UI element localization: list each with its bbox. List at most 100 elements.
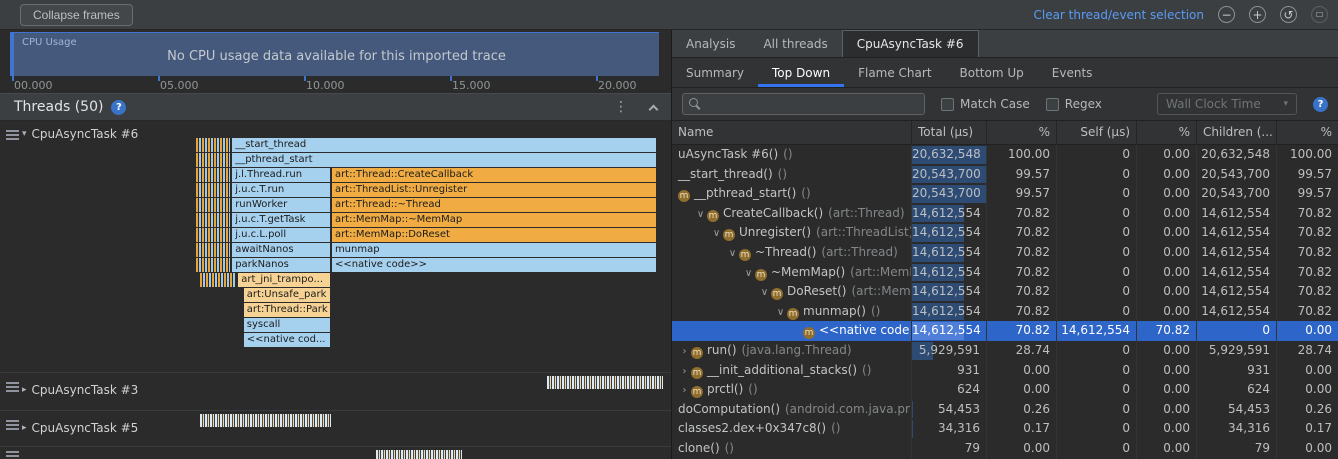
flame-bar[interactable]: art::MemMap::~MemMap xyxy=(332,213,656,227)
table-row[interactable]: ∨mUnregister()(art::ThreadList)14,612,55… xyxy=(672,223,1338,243)
method-package: (java.lang.Thread) xyxy=(742,343,852,357)
flame-bar[interactable]: j.u.c.T.getTask xyxy=(232,213,330,227)
cpu-usage-panel[interactable]: CPU Usage No CPU usage data available fo… xyxy=(10,32,659,76)
thread-activity-bar[interactable] xyxy=(547,376,663,389)
drag-handle-icon[interactable] xyxy=(6,451,19,453)
flame-bar[interactable]: __pthread_start xyxy=(232,153,656,167)
reset-zoom-icon[interactable]: ↺ xyxy=(1280,6,1297,23)
table-row[interactable]: ›m__init_additional_stacks()()9310.0000.… xyxy=(672,361,1338,381)
flame-dense-calls-bar[interactable] xyxy=(196,183,230,197)
flame-bar[interactable]: parkNanos xyxy=(232,258,330,272)
table-row[interactable]: clone()()790.0000.00790.00 xyxy=(672,439,1338,459)
column-header-self-s[interactable]: Self (µs) xyxy=(1057,121,1137,144)
match-case-checkbox[interactable] xyxy=(941,98,954,111)
match-case-option[interactable]: Match Case xyxy=(941,97,1030,111)
table-row[interactable]: ∨mDoReset()(art::MemM14,612,55470.8200.0… xyxy=(672,282,1338,302)
subtab-summary[interactable]: Summary xyxy=(672,58,758,87)
flame-dense-calls-bar[interactable] xyxy=(196,153,230,167)
zoom-to-selection-icon[interactable] xyxy=(1311,6,1328,23)
zoom-out-icon[interactable]: − xyxy=(1218,6,1235,23)
tab-cpuasynctask-6[interactable]: CpuAsyncTask #6 xyxy=(842,30,979,57)
column-header-children[interactable]: Children (... xyxy=(1197,121,1277,144)
table-row[interactable]: ∨mCreateCallback()(art::Thread)14,612,55… xyxy=(672,204,1338,224)
flame-bar[interactable]: art::MemMap::DoReset xyxy=(332,228,656,242)
help-icon[interactable]: ? xyxy=(1313,97,1328,112)
flame-dense-calls-bar[interactable] xyxy=(196,258,230,272)
table-row[interactable]: ∨mmunmap()()14,612,55470.8200.0014,612,5… xyxy=(672,302,1338,322)
help-icon[interactable]: ? xyxy=(111,100,126,115)
collapse-frames-button[interactable]: Collapse frames xyxy=(20,4,133,26)
clear-selection-link[interactable]: Clear thread/event selection xyxy=(1033,8,1204,22)
cell-value: 0 xyxy=(1122,402,1130,416)
flame-bar[interactable]: __start_thread xyxy=(232,138,656,152)
flame-bar[interactable]: runWorker xyxy=(232,198,330,212)
drag-handle-icon[interactable] xyxy=(6,130,19,132)
column-header-item[interactable]: % xyxy=(987,121,1057,144)
table-row[interactable]: doComputation()(android.com.java.pr54,45… xyxy=(672,400,1338,420)
table-row[interactable]: m__pthread_start()()20,543,70099.5700.00… xyxy=(672,184,1338,204)
thread-row-cpuasynctask-5[interactable]: ▸CpuAsyncTask #5 xyxy=(0,411,671,447)
flame-bar[interactable]: awaitNanos xyxy=(232,243,330,257)
table-row[interactable]: classes2.dex+0x347c8()()34,3160.1700.003… xyxy=(672,419,1338,439)
regex-option[interactable]: Regex xyxy=(1046,97,1102,111)
thread-activity-bar[interactable] xyxy=(376,450,462,459)
flame-dense-calls-bar[interactable] xyxy=(196,228,230,242)
subtab-flame-chart[interactable]: Flame Chart xyxy=(844,58,945,87)
drag-handle-icon[interactable] xyxy=(6,420,19,422)
cell-children: 14,612,554 xyxy=(1197,243,1277,263)
flame-dense-calls-bar[interactable] xyxy=(196,138,230,152)
expand-arrow-icon[interactable]: ▸ xyxy=(22,385,27,395)
thread-row-cpuasynctask-6[interactable]: ▾CpuAsyncTask #6 __start_thread__pthread… xyxy=(0,121,671,373)
column-header-item[interactable]: % xyxy=(1277,121,1338,144)
cell-total-pct: 0.00 xyxy=(987,361,1057,381)
flame-bar[interactable]: j.u.c.T.run xyxy=(232,183,330,197)
table-row[interactable]: ∨m~MemMap()(art::MemM14,612,55470.8200.0… xyxy=(672,263,1338,283)
kebab-menu-icon[interactable]: ⋮ xyxy=(614,99,628,115)
flame-bar[interactable]: <<native cod... xyxy=(244,333,330,347)
flame-bar[interactable]: art_jni_trampo... xyxy=(238,273,330,287)
tab-all-threads[interactable]: All threads xyxy=(749,30,841,57)
flame-bar[interactable]: art::Thread::~Thread xyxy=(332,198,656,212)
method-icon: m xyxy=(678,190,690,202)
flame-dense-calls-bar[interactable] xyxy=(196,168,230,182)
subtab-bottom-up[interactable]: Bottom Up xyxy=(946,58,1038,87)
flame-bar[interactable]: syscall xyxy=(244,318,330,332)
column-header-total-s[interactable]: Total (µs) xyxy=(912,121,987,144)
flame-dense-calls-bar[interactable] xyxy=(196,198,230,212)
zoom-in-icon[interactable]: + xyxy=(1249,6,1266,23)
flame-bar[interactable]: munmap xyxy=(332,243,656,257)
column-header-item[interactable]: % xyxy=(1137,121,1197,144)
table-row[interactable]: uAsyncTask #6()()20,632,548100.0000.0020… xyxy=(672,145,1338,165)
flame-bar[interactable]: j.l.Thread.run xyxy=(232,168,330,182)
search-input[interactable] xyxy=(707,97,918,111)
thread-row-partial[interactable] xyxy=(0,447,671,459)
table-row[interactable]: ›mprctl()()6240.0000.006240.00 xyxy=(672,380,1338,400)
subtab-events[interactable]: Events xyxy=(1038,58,1107,87)
cell-value: 100.00 xyxy=(1008,147,1050,161)
flame-dense-calls-bar[interactable] xyxy=(196,243,230,257)
regex-checkbox[interactable] xyxy=(1046,98,1059,111)
table-row[interactable]: m<<native code14,612,55470.8214,612,5547… xyxy=(672,321,1338,341)
thread-row-cpuasynctask-3[interactable]: ▸CpuAsyncTask #3 xyxy=(0,373,671,411)
table-row[interactable]: ›mrun()(java.lang.Thread)5,929,59128.740… xyxy=(672,341,1338,361)
flame-bar[interactable]: <<native code>> xyxy=(332,258,656,272)
expand-arrow-icon[interactable]: ▸ xyxy=(22,423,27,433)
clock-type-dropdown[interactable]: Wall Clock Time ▾ xyxy=(1157,93,1297,115)
collapse-panel-icon[interactable] xyxy=(649,104,659,114)
flame-bar[interactable]: art::Thread::CreateCallback xyxy=(332,168,656,182)
flame-dense-calls-bar[interactable] xyxy=(196,213,230,227)
table-row[interactable]: __start_thread()()20,543,70099.5700.0020… xyxy=(672,165,1338,185)
drag-handle-icon[interactable] xyxy=(6,382,19,384)
cell-value: 0 xyxy=(1122,147,1130,161)
thread-activity-bar[interactable] xyxy=(200,414,331,427)
expand-arrow-icon[interactable]: ▾ xyxy=(22,129,27,139)
subtab-top-down[interactable]: Top Down xyxy=(758,58,844,87)
flame-bar[interactable]: art:Thread::Park xyxy=(244,303,330,317)
column-header-name[interactable]: Name xyxy=(672,121,912,144)
flame-bar[interactable]: j.u.c.L.poll xyxy=(232,228,330,242)
flame-bar[interactable]: art:Unsafe_park xyxy=(244,288,330,302)
search-box[interactable] xyxy=(682,93,925,115)
flame-bar[interactable]: art::ThreadList::Unregister xyxy=(332,183,656,197)
flame-dense-calls-bar[interactable] xyxy=(200,273,236,287)
table-row[interactable]: ∨m~Thread()(art::Thread)14,612,55470.820… xyxy=(672,243,1338,263)
